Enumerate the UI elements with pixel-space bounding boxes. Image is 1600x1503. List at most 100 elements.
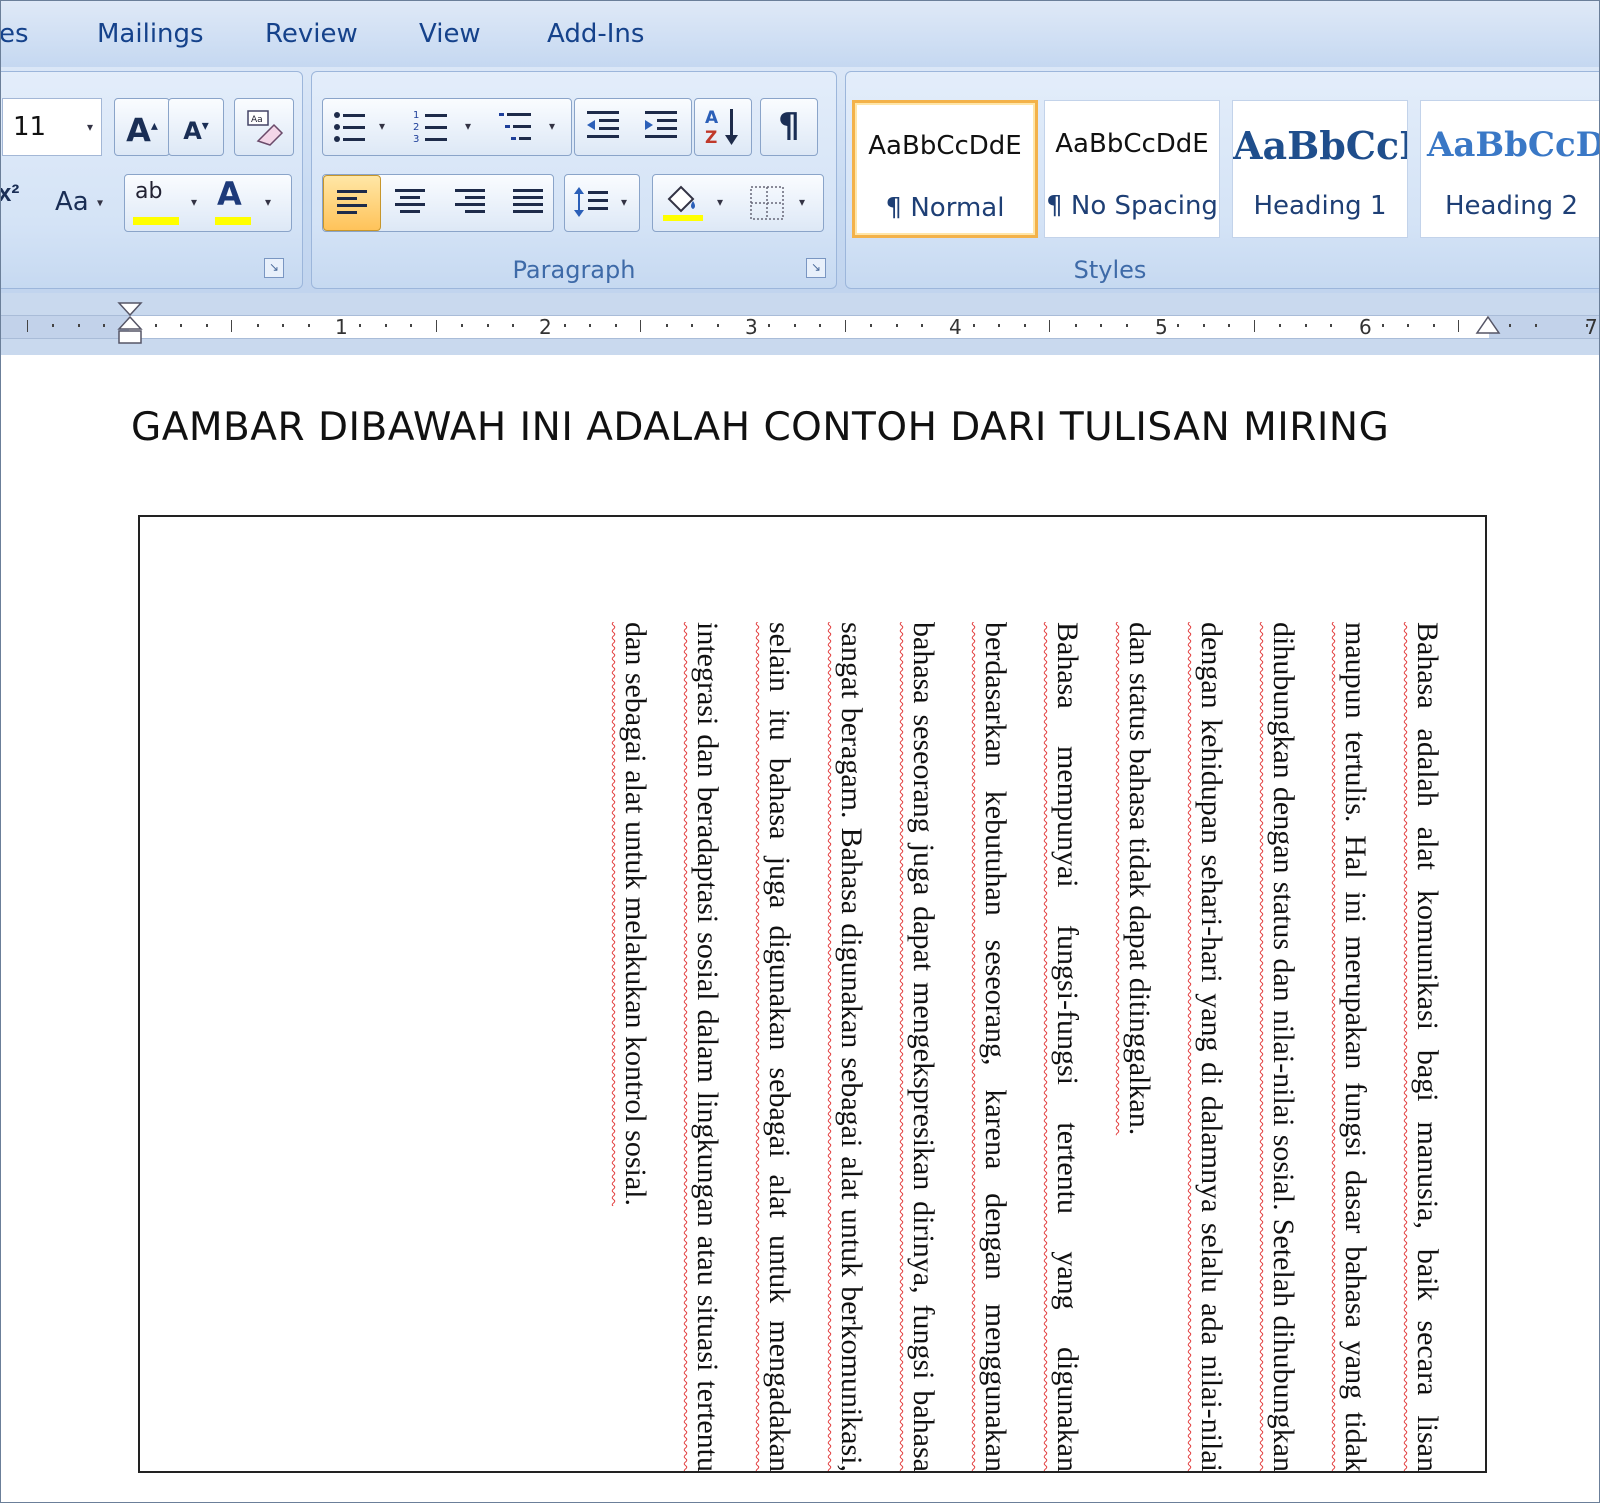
grow-font-button[interactable]: A▴	[114, 98, 170, 156]
ruler-tick	[716, 324, 719, 327]
ruler-tick	[435, 320, 437, 332]
ruler-tick	[103, 324, 106, 327]
line-spacing-button[interactable]: ▾	[564, 174, 640, 232]
ribbon-tabs: es Mailings Review View Add-Ins	[1, 1, 1599, 67]
decrease-indent-icon[interactable]	[583, 107, 623, 147]
style-name: ¶ No Spacing	[1046, 191, 1218, 221]
ruler-tick	[486, 324, 489, 327]
clear-formatting-button[interactable]: Aa	[234, 98, 294, 156]
ruler-right-margin	[1489, 316, 1599, 338]
ruler-tick	[1177, 324, 1180, 327]
paragraph-dialog-launcher[interactable]: ↘	[806, 258, 826, 278]
bullets-icon[interactable]	[331, 107, 371, 147]
svg-text:Aa: Aa	[251, 115, 263, 125]
font-color-swatch	[215, 217, 251, 225]
pilcrow-icon: ¶	[778, 106, 800, 146]
tab-references[interactable]: es	[1, 19, 29, 49]
ruler-tick	[384, 324, 387, 327]
ruler-tick	[870, 324, 873, 327]
ruler-tick	[998, 324, 1001, 327]
svg-text:Z: Z	[705, 128, 717, 148]
text-box[interactable]: Bahasa adalah alat komunikasi bagi manus…	[138, 515, 1487, 1473]
svg-text:2: 2	[413, 122, 419, 133]
ruler-number: 4	[949, 315, 962, 339]
sort-icon: A Z	[705, 108, 738, 148]
ruler-tick	[1458, 320, 1460, 332]
shading-border-buttons: ▾ ▾	[652, 174, 824, 232]
tab-mailings[interactable]: Mailings	[97, 19, 204, 49]
ruler-number: 1	[335, 315, 348, 339]
ruler-tick	[26, 320, 28, 332]
line-spacing-icon	[574, 187, 608, 217]
ruler-tick	[154, 324, 157, 327]
ruler-tick	[768, 324, 771, 327]
grow-font-icon: A	[126, 111, 151, 150]
style-heading-2[interactable]: AaBbCcD Heading 2	[1420, 100, 1599, 238]
superscript-button[interactable]: x²	[1, 180, 19, 208]
ruler-tick	[282, 324, 285, 327]
style-heading-1[interactable]: AaBbCcI Heading 1	[1232, 100, 1408, 238]
font-size-value: 11	[13, 112, 47, 142]
ruler-tick	[819, 324, 822, 327]
increase-indent-icon[interactable]	[641, 107, 681, 147]
font-color-icon[interactable]: A	[217, 175, 242, 213]
tab-add-ins[interactable]: Add-Ins	[547, 19, 644, 49]
svg-text:A: A	[705, 108, 719, 128]
chevron-down-icon[interactable]: ▾	[465, 119, 471, 133]
ruler-tick	[921, 324, 924, 327]
ruler-number: 5	[1155, 315, 1168, 339]
sort-button[interactable]: A Z	[694, 98, 752, 156]
borders-icon[interactable]	[749, 185, 785, 221]
shading-icon[interactable]	[661, 179, 705, 223]
justify-icon[interactable]	[511, 185, 545, 219]
vertical-text: Bahasa adalah alat komunikasi bagi manus…	[263, 622, 1463, 1472]
change-case-button[interactable]: Aa ▾	[46, 174, 112, 232]
font-dialog-launcher[interactable]: ↘	[264, 258, 284, 278]
right-indent-marker-icon[interactable]	[1475, 315, 1501, 339]
style-normal[interactable]: AaBbCcDdE ¶ Normal	[852, 100, 1038, 238]
chevron-down-icon[interactable]: ▾	[549, 119, 555, 133]
ruler-tick	[205, 324, 208, 327]
tab-review[interactable]: Review	[265, 19, 358, 49]
font-size-combo[interactable]: 11 ▾	[2, 98, 102, 156]
paragraph-2: Bahasa mempunyai fungsi-fungsi tertentu …	[619, 622, 1084, 1472]
chevron-down-icon[interactable]: ▾	[191, 195, 197, 209]
ruler-tick	[52, 324, 55, 327]
ruler-tick	[1407, 324, 1410, 327]
ribbon: 11 ▾ A▴ A▾ Aa x² Aa ▾ ab ▾ A ▾ ↘ ▾ 1 2 3…	[1, 67, 1599, 294]
ruler-tick	[665, 324, 668, 327]
ruler-tick	[844, 320, 846, 332]
align-left-button[interactable]	[323, 175, 381, 231]
ruler-tick	[1125, 324, 1128, 327]
align-center-icon[interactable]	[393, 185, 427, 219]
ruler-tick	[563, 324, 566, 327]
highlight-icon[interactable]: ab	[135, 179, 162, 204]
ruler-number: 7	[1585, 315, 1598, 339]
chevron-down-icon: ▾	[96, 195, 103, 210]
numbering-icon[interactable]: 1 2 3	[413, 107, 453, 147]
tab-view[interactable]: View	[419, 19, 481, 49]
shrink-font-icon: A	[183, 117, 202, 145]
align-right-icon[interactable]	[453, 185, 487, 219]
text-color-buttons: ab ▾ A ▾	[124, 174, 292, 232]
horizontal-ruler[interactable]: 1 2 3 4 5 6 7	[1, 293, 1599, 355]
ruler-tick	[1253, 320, 1255, 332]
ruler-tick	[512, 324, 515, 327]
indent-marker-icon[interactable]	[117, 301, 143, 351]
ruler-tick	[1228, 324, 1231, 327]
ruler-tick	[180, 324, 183, 327]
chevron-down-icon[interactable]: ▾	[717, 195, 723, 209]
style-no-spacing[interactable]: AaBbCcDdE ¶ No Spacing	[1044, 100, 1220, 238]
show-marks-button[interactable]: ¶	[760, 98, 818, 156]
document-page[interactable]: GAMBAR DIBAWAH INI ADALAH CONTOH DARI TU…	[1, 355, 1599, 1502]
chevron-down-icon[interactable]: ▾	[265, 195, 271, 209]
chevron-down-icon[interactable]: ▾	[379, 119, 385, 133]
ruler-tick	[1074, 324, 1077, 327]
ruler-tick	[1509, 324, 1512, 327]
alignment-buttons	[322, 174, 554, 232]
shrink-font-button[interactable]: A▾	[168, 98, 224, 156]
font-group: 11 ▾ A▴ A▾ Aa x² Aa ▾ ab ▾ A ▾ ↘	[1, 71, 303, 289]
chevron-down-icon[interactable]: ▾	[799, 195, 805, 209]
multilevel-list-icon[interactable]	[497, 107, 537, 147]
ruler-tick	[410, 324, 413, 327]
